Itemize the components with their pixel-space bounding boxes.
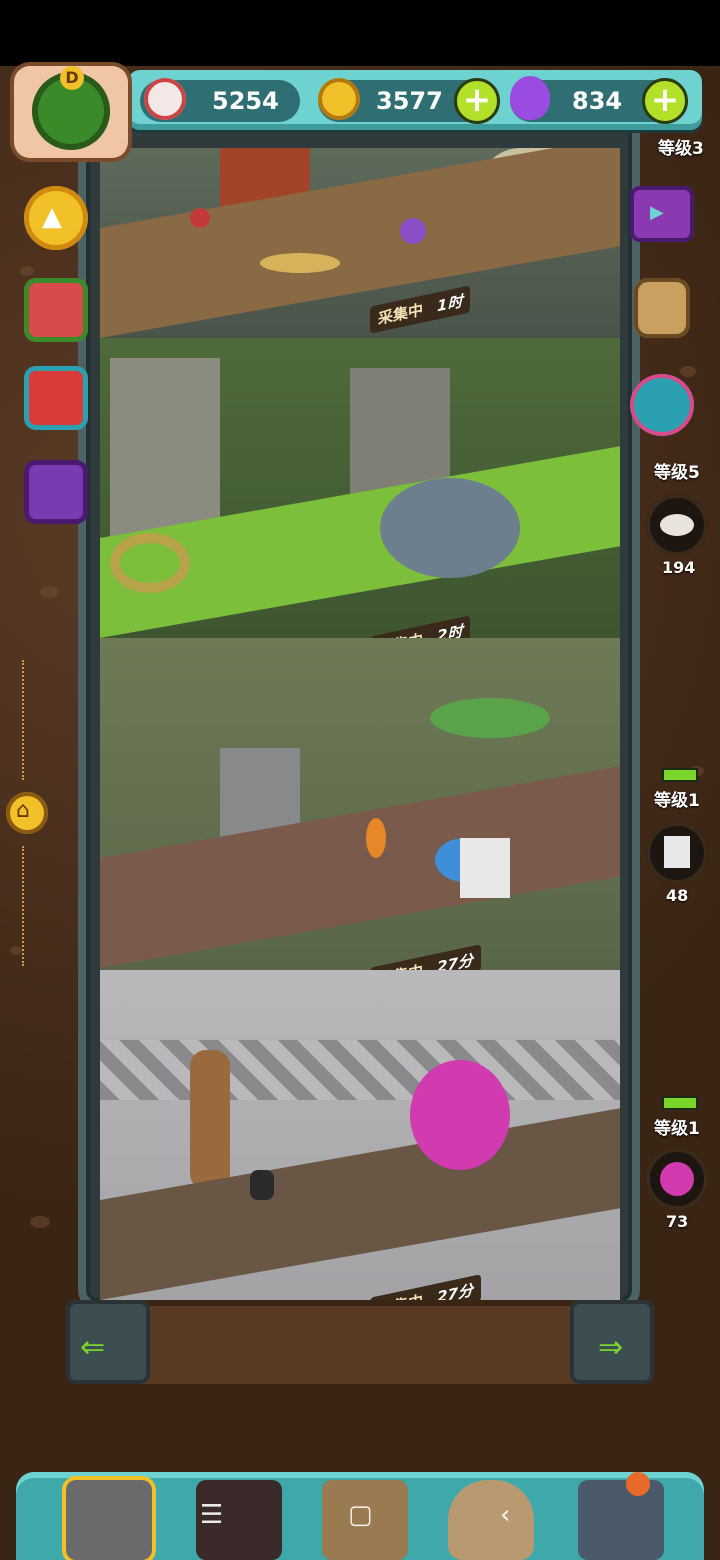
milk-carton-icon xyxy=(664,836,690,868)
system-home-icon[interactable]: ▢ xyxy=(348,1500,373,1530)
tribal-minion-icon xyxy=(250,1170,274,1200)
timer-status: 采集中 xyxy=(378,300,424,328)
nav-grid-button[interactable] xyxy=(578,1472,664,1560)
collapse-menu-button[interactable]: ▲ xyxy=(24,186,88,250)
big-leaf-icon xyxy=(430,698,550,738)
ore-rock-icon xyxy=(380,478,520,578)
home-icon: ⌂ xyxy=(16,798,30,823)
play-icon: ▶ xyxy=(650,202,664,223)
onion-resource-button[interactable] xyxy=(646,1148,708,1210)
red-berry-icon xyxy=(190,208,210,228)
system-back-icon[interactable]: ‹ xyxy=(500,1500,510,1530)
floor-indicator-up xyxy=(22,660,32,780)
floor-vine-snail[interactable] xyxy=(100,638,620,970)
home-button[interactable]: ⌂ xyxy=(6,792,48,834)
arrow-left-icon: ⇐ xyxy=(80,1330,106,1365)
level-label-top: 等级3 xyxy=(658,139,704,159)
purple-mushroom-icon xyxy=(400,218,426,244)
gold-coin-icon xyxy=(318,78,360,120)
milk-resource-button[interactable] xyxy=(646,822,708,884)
milk-count: 48 xyxy=(666,886,689,905)
chevron-up-icon: ▲ xyxy=(42,202,62,232)
milk-carton-icon xyxy=(460,838,510,898)
present-button[interactable] xyxy=(24,366,88,430)
vine-curl-icon xyxy=(110,533,190,593)
floor-ruins[interactable] xyxy=(100,148,620,338)
eyeball-icon xyxy=(144,78,186,120)
onion-level: 等级1 xyxy=(654,1119,700,1139)
totem-mask-icon xyxy=(190,1050,230,1190)
right-arrow-button[interactable]: ⇒ xyxy=(570,1300,654,1384)
player-avatar[interactable]: D xyxy=(14,66,128,158)
tribal-pattern xyxy=(100,1040,620,1100)
milk-level: 等级1 xyxy=(654,791,700,811)
notification-dot xyxy=(626,1472,650,1496)
nav-bag-button[interactable] xyxy=(448,1480,534,1560)
onion-count: 73 xyxy=(666,1212,689,1231)
timer-time: 1时 xyxy=(437,292,463,316)
oyster-resource-button[interactable] xyxy=(646,494,708,556)
gift-box-button[interactable] xyxy=(24,278,88,342)
currency-bar: 5254 3577 + 834 + xyxy=(128,70,702,130)
eyeball-count: 5254 xyxy=(212,87,279,115)
oyster-level: 等级5 xyxy=(654,463,700,483)
monster-eggs-button[interactable] xyxy=(630,374,694,436)
potion-count: 834 xyxy=(572,87,623,115)
onion-level-bar xyxy=(662,1096,698,1110)
eyeball-pill: 5254 xyxy=(140,78,300,122)
potion-icon xyxy=(510,76,550,120)
onion-monster-icon xyxy=(410,1060,510,1170)
carrot-icon xyxy=(366,818,386,858)
add-gold-button[interactable]: + xyxy=(454,78,500,124)
left-arrow-button[interactable]: ⇐ xyxy=(66,1300,150,1384)
oyster-icon xyxy=(660,514,694,536)
floor-indicator-down xyxy=(22,846,32,966)
system-menu-icon[interactable]: ☰ xyxy=(200,1500,223,1530)
onion-icon xyxy=(660,1162,694,1196)
status-bar xyxy=(0,0,720,66)
backpack-button[interactable] xyxy=(634,278,690,338)
nav-tower-button[interactable] xyxy=(66,1480,152,1560)
leaf-icon xyxy=(260,253,340,273)
gold-count: 3577 xyxy=(376,87,443,115)
arrow-right-icon: ⇒ xyxy=(598,1330,624,1365)
oyster-count: 194 xyxy=(662,558,696,577)
cards-button[interactable] xyxy=(24,460,88,524)
floor-jungle-stone[interactable] xyxy=(100,338,620,638)
milk-level-bar xyxy=(662,768,698,782)
floor-tribal-onion[interactable] xyxy=(100,970,620,1300)
add-potion-button[interactable]: + xyxy=(642,78,688,124)
video-reward-button[interactable]: ▶ xyxy=(630,186,694,242)
rank-badge: D xyxy=(60,66,84,90)
